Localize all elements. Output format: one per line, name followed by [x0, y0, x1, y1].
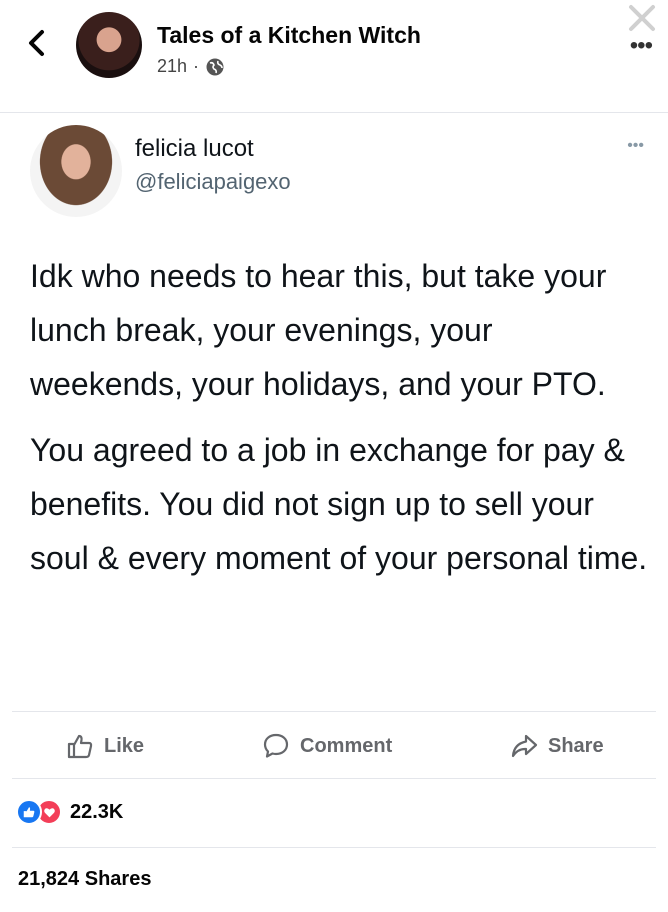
- divider: [12, 711, 656, 712]
- thumbs-up-icon: [67, 734, 93, 759]
- share-label: Share: [548, 734, 604, 757]
- tweet-body: Idk who needs to hear this, but take you…: [30, 249, 650, 597]
- reactions-summary[interactable]: 22.3K: [16, 796, 123, 828]
- tweet-more-icon: •••: [627, 137, 644, 154]
- share-arrow-icon: [511, 734, 538, 758]
- divider: [12, 778, 656, 779]
- like-button[interactable]: Like: [66, 714, 144, 778]
- back-chevron-icon[interactable]: [22, 26, 52, 60]
- comment-label: Comment: [300, 734, 393, 757]
- post-meta: 21h ·: [157, 56, 225, 77]
- post-more-button[interactable]: •••: [630, 34, 653, 58]
- tweet-author-name: felicia lucot: [135, 135, 254, 162]
- post-header: Tales of a Kitchen Witch 21h · •••: [0, 0, 668, 100]
- share-button[interactable]: Share: [510, 714, 604, 778]
- like-label: Like: [104, 734, 145, 757]
- tweet-screenshot-image[interactable]: felicia lucot @feliciapaigexo ••• Idk wh…: [0, 113, 668, 693]
- comment-bubble-icon: [263, 733, 289, 758]
- globe-icon: [206, 58, 224, 75]
- close-icon[interactable]: [626, 2, 658, 34]
- like-reaction-icon: [16, 799, 42, 825]
- post-time[interactable]: 21h: [157, 56, 187, 77]
- share-count[interactable]: 21,824 Shares: [18, 868, 151, 891]
- tweet-author-avatar: [30, 125, 122, 217]
- action-bar: Like Comment Share: [0, 714, 668, 778]
- page-avatar[interactable]: [76, 12, 142, 78]
- reaction-count: 22.3K: [70, 800, 124, 823]
- page-name[interactable]: Tales of a Kitchen Witch: [157, 22, 421, 49]
- divider: [12, 847, 656, 848]
- tweet-paragraph-1: Idk who needs to hear this, but take you…: [30, 258, 607, 402]
- tweet-author-handle: @feliciapaigexo: [135, 169, 291, 194]
- meta-separator: ·: [193, 56, 200, 76]
- comment-button[interactable]: Comment: [262, 714, 392, 778]
- tweet-paragraph-2: You agreed to a job in exchange for pay …: [30, 432, 648, 576]
